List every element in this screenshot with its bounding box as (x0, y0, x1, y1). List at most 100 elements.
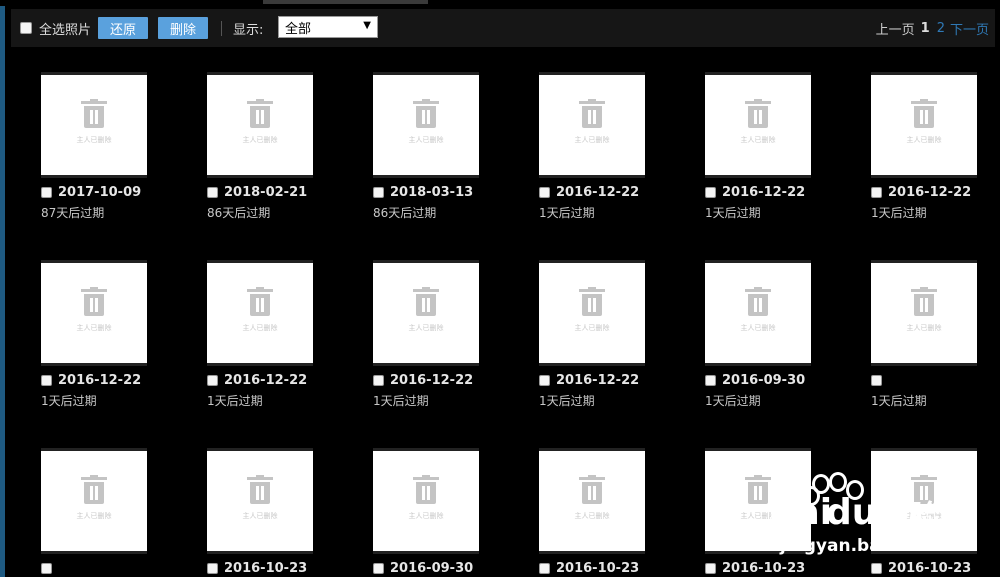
photo-select-row: 2018-02-21 (207, 185, 307, 200)
photo-thumbnail[interactable]: 主人已删除 (539, 72, 645, 178)
expiry-text: 1天后过期 (871, 206, 927, 220)
deleted-placeholder-text: 主人已删除 (76, 324, 112, 332)
photo-thumbnail[interactable]: 主人已删除 (207, 72, 313, 178)
deleted-placeholder-text: 主人已删除 (574, 512, 610, 520)
watermark-url: jingyan.baidu.com (780, 536, 957, 556)
photo-checkbox[interactable] (539, 186, 550, 198)
current-page: 1 (920, 20, 930, 36)
delete-button[interactable]: 删除 (158, 17, 208, 39)
trash-icon (579, 99, 605, 129)
photo-date: 2016-10-23 (224, 560, 308, 576)
select-all-photos[interactable]: 全选照片 (20, 9, 91, 47)
photo-select-row: 2018-03-13 (373, 185, 473, 200)
expiry-text: 87天后过期 (41, 206, 105, 220)
photo-date: 2016-10-23 (556, 560, 640, 576)
photo-thumbnail[interactable]: 主人已删除 (41, 448, 147, 554)
expiry-text: 1天后过期 (871, 394, 927, 408)
photo-select-row: 2016-09-30 (373, 561, 473, 576)
expiry-text: 1天后过期 (41, 394, 97, 408)
trash-icon (247, 475, 273, 505)
deleted-placeholder-text: 主人已删除 (906, 324, 942, 332)
photo-checkbox[interactable] (41, 562, 52, 574)
photo-select-row: 2017-10-09 (41, 184, 142, 200)
expiry-text: 86天后过期 (207, 206, 271, 220)
photo-select-row: 2016-10-23 (539, 560, 640, 576)
select-all-checkbox[interactable] (20, 22, 32, 34)
photo-select-row (871, 373, 888, 387)
trash-icon (413, 99, 439, 129)
photo-date: 2016-12-22 (556, 372, 640, 388)
photo-checkbox[interactable] (373, 562, 384, 574)
photo-thumbnail[interactable]: 主人已删除 (539, 260, 645, 366)
photo-date: 2016-12-22 (58, 372, 142, 388)
photo-checkbox[interactable] (373, 374, 384, 386)
trash-icon (247, 99, 273, 129)
photo-thumbnail[interactable]: 主人已删除 (705, 260, 811, 366)
photo-date: 2017-10-09 (58, 184, 142, 200)
photo-select-row: 2016-10-23 (207, 560, 308, 576)
deleted-placeholder-text: 主人已删除 (740, 136, 776, 144)
top-scroll-segment (263, 0, 428, 4)
photo-checkbox[interactable] (705, 186, 716, 198)
deleted-placeholder-text: 主人已删除 (76, 512, 112, 520)
expiry-text: 1天后过期 (705, 394, 761, 408)
photo-checkbox[interactable] (41, 186, 52, 198)
next-page-link[interactable]: 下一页 (950, 19, 989, 38)
trash-icon (911, 287, 937, 317)
photo-select-row: 2016-12-22 (373, 373, 473, 388)
deleted-placeholder-text: 主人已删除 (408, 136, 444, 144)
photo-checkbox[interactable] (207, 374, 218, 386)
photo-thumbnail[interactable]: 主人已删除 (373, 72, 479, 178)
photo-checkbox[interactable] (539, 374, 550, 386)
photo-thumbnail[interactable]: 主人已删除 (705, 72, 811, 178)
top-strip (0, 0, 1000, 6)
photo-thumbnail[interactable]: 主人已删除 (373, 448, 479, 554)
photo-checkbox[interactable] (705, 374, 716, 386)
restore-button[interactable]: 还原 (98, 17, 148, 39)
photo-select-row: 2016-12-22 (539, 372, 640, 388)
window-left-edge (0, 0, 5, 577)
photo-thumbnail[interactable]: 主人已删除 (41, 72, 147, 178)
deleted-placeholder-text: 主人已删除 (242, 324, 278, 332)
deleted-placeholder-text: 主人已删除 (906, 136, 942, 144)
expiry-text: 1天后过期 (539, 394, 595, 408)
photo-checkbox[interactable] (207, 186, 218, 198)
photo-checkbox[interactable] (871, 374, 882, 386)
photo-checkbox[interactable] (41, 374, 52, 386)
watermark-brand-right: du (826, 492, 878, 533)
photo-select-row: 2016-12-22 (705, 184, 806, 200)
photo-checkbox[interactable] (207, 562, 218, 574)
photo-thumbnail[interactable]: 主人已删除 (207, 448, 313, 554)
filter-select[interactable]: 全部 ▼ (278, 16, 378, 38)
photo-thumbnail[interactable]: 主人已删除 (41, 260, 147, 366)
deleted-placeholder-text: 主人已删除 (574, 136, 610, 144)
photo-checkbox[interactable] (373, 186, 384, 198)
photo-date: 2016-09-30 (722, 372, 806, 388)
photo-select-row: 2016-12-22 (207, 373, 307, 388)
photo-date: 2016-12-22 (556, 184, 640, 200)
expiry-text: 1天后过期 (705, 206, 761, 220)
trash-icon (745, 287, 771, 317)
dropdown-arrow-icon: ▼ (363, 20, 371, 31)
photo-checkbox[interactable] (705, 562, 716, 574)
toolbar: 全选照片 还原 删除 显示: 全部 ▼ 上一页 1 2 下一页 (11, 9, 995, 47)
trash-icon (413, 287, 439, 317)
photo-date: 2016-12-22 (722, 184, 806, 200)
photo-select-row (41, 561, 58, 575)
prev-page-link[interactable]: 上一页 (876, 19, 915, 38)
photo-thumbnail[interactable]: 主人已删除 (207, 260, 313, 366)
pagination: 上一页 1 2 下一页 (876, 9, 989, 47)
deleted-placeholder-text: 主人已删除 (76, 136, 112, 144)
filter-value: 全部 (285, 21, 312, 37)
photo-thumbnail[interactable]: 主人已删除 (871, 260, 977, 366)
photo-checkbox[interactable] (871, 186, 882, 198)
photo-thumbnail[interactable]: 主人已删除 (373, 260, 479, 366)
photo-select-row: 2016-12-22 (41, 372, 142, 388)
page-2-link[interactable]: 2 (937, 21, 945, 36)
deleted-placeholder-text: 主人已删除 (408, 324, 444, 332)
watermark-brand-left: Bai (768, 492, 833, 533)
trash-icon (413, 475, 439, 505)
photo-checkbox[interactable] (539, 562, 550, 574)
photo-thumbnail[interactable]: 主人已删除 (539, 448, 645, 554)
photo-thumbnail[interactable]: 主人已删除 (871, 72, 977, 178)
